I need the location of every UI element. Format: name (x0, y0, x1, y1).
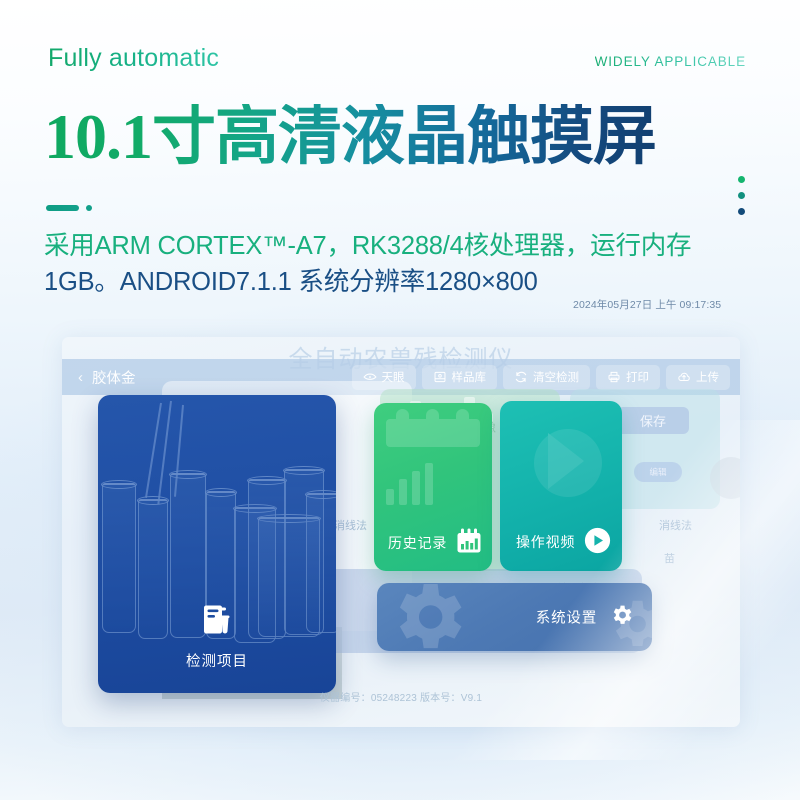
card-system-settings[interactable]: 系统设置 (377, 583, 652, 651)
device-footer-note: 仪器编号：05248223 版本号：V9.1 (319, 693, 483, 704)
description-line-2: 1GB。ANDROID7.1.1 系统分辨率1280×800 (44, 268, 538, 297)
card-label-row: 历史记录 (388, 528, 482, 557)
card-label-row: 操作视频 (516, 527, 611, 557)
card-label-row: 系统设置 (536, 603, 634, 632)
card-operation-video[interactable]: 操作视频 (500, 401, 622, 571)
description-line-1: 采用ARM CORTEX™-A7，RK3288/4核处理器，运行内存 (44, 232, 692, 260)
card-history-records[interactable]: 历史记录 (374, 403, 492, 571)
settings-watermark-gear-icon (383, 583, 471, 651)
background-label-line-method-2: 消线法 (659, 520, 692, 532)
timestamp-label: 2024年05月27日 上午 09:17:35 (573, 299, 722, 311)
glassware-background-image (98, 395, 336, 693)
device-screen: 全自动农兽残检测仪 ‹ 胶体金 天眼 (62, 337, 740, 727)
accent-dash-decoration (46, 205, 92, 211)
video-watermark-play-icon (522, 423, 602, 508)
card-label: 历史记录 (388, 534, 448, 551)
eyebrow-english-title: Fully automatic (48, 44, 220, 72)
test-tube-document-icon (202, 604, 232, 641)
card-detection-items[interactable]: 检测项目 (98, 395, 336, 693)
background-edit-pill[interactable]: 编辑 (634, 462, 682, 482)
history-watermark-icon (384, 409, 482, 454)
history-watermark-bars (386, 463, 433, 505)
dot-blue-icon (738, 208, 745, 215)
background-label-line-method: 消线法 (334, 520, 367, 532)
card-label: 检测项目 (186, 654, 248, 670)
accent-dot (86, 205, 92, 211)
dot-green-icon (738, 176, 745, 183)
eyebrow-subtitle: WIDELY APPLICABLE (594, 54, 746, 69)
eyebrow-row: Fully automatic WIDELY APPLICABLE (0, 44, 800, 73)
bar-chart-calendar-icon (456, 528, 482, 557)
description-block: 采用ARM CORTEX™-A7，RK3288/4核处理器，运行内存 1GB。A… (44, 228, 760, 300)
poster-page: Fully automatic WIDELY APPLICABLE 10.1寸高… (0, 0, 800, 800)
gear-icon (609, 603, 634, 632)
vertical-dots-decoration (738, 176, 745, 215)
dot-teal-icon (738, 192, 745, 199)
page-title: 10.1寸高清液晶触摸屏 (44, 101, 657, 172)
accent-bar (46, 205, 79, 211)
card-label: 系统设置 (535, 610, 597, 627)
background-label-right: 苗 (664, 553, 675, 565)
background-save-button[interactable]: 保存 (617, 407, 689, 434)
card-label: 操作视频 (516, 534, 576, 550)
play-circle-icon (584, 527, 611, 557)
